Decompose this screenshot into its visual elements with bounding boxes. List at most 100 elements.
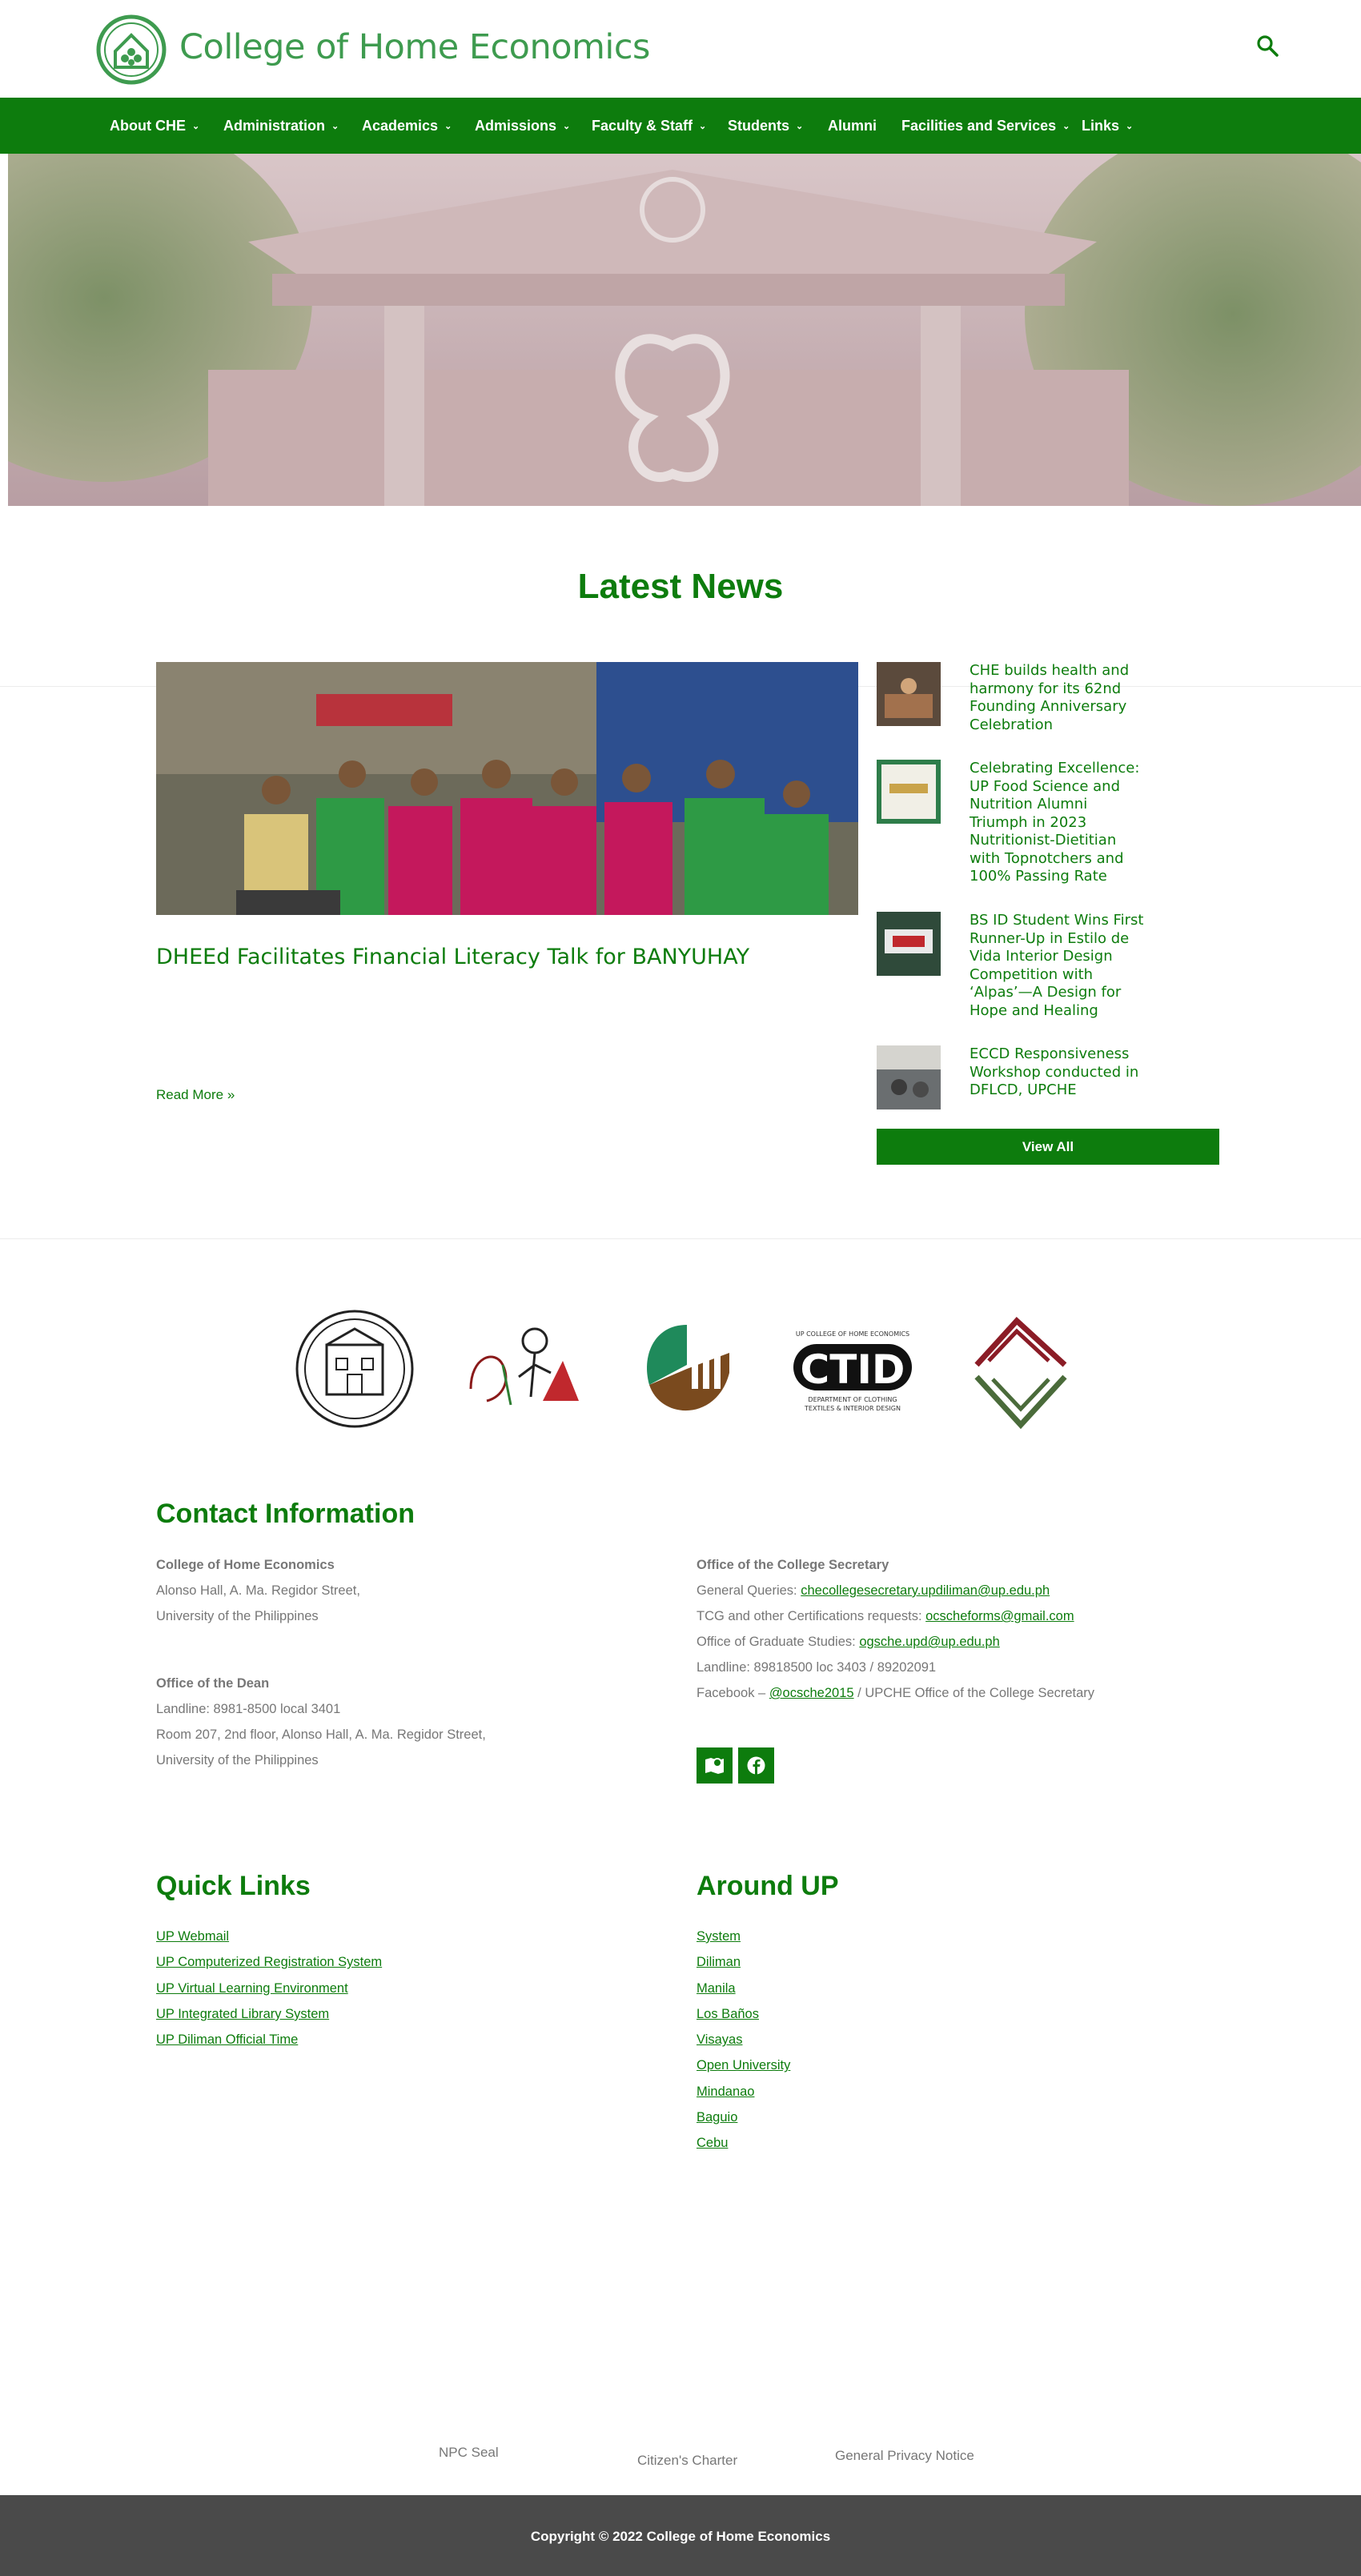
dean-office: Office of the Dean Landline: 8981-8500 l… xyxy=(156,1671,486,1773)
facebook-line: Facebook – @ocsche2015 / UPCHE Office of… xyxy=(697,1680,1094,1706)
nav-label: Faculty & Staff xyxy=(592,118,693,134)
latest-news-heading: Latest News xyxy=(577,567,784,606)
quick-links-heading: Quick Links xyxy=(156,1871,311,1901)
department-seal-logo[interactable] xyxy=(295,1309,415,1429)
nav-item-administration[interactable]: Administration ⌄ xyxy=(223,98,339,154)
read-more-link[interactable]: Read More » xyxy=(156,1087,235,1103)
ogs-email-link[interactable]: ogsche.upd@up.edu.ph xyxy=(859,1635,999,1649)
news-title: Celebrating Excellence: UP Food Science … xyxy=(970,760,1140,885)
citizens-charter-link[interactable]: Citizen's Charter xyxy=(637,2453,737,2469)
nav-label: Links xyxy=(1082,118,1120,134)
news-thumbnail xyxy=(877,760,941,824)
college-address: College of Home Economics Alonso Hall, A… xyxy=(156,1552,360,1629)
ctid-wordmark: CTID xyxy=(801,1346,905,1393)
nav-item-students[interactable]: Students ⌄ xyxy=(728,98,803,154)
ctid-logo[interactable]: UP COLLEGE OF HOME ECONOMICS CTID DEPART… xyxy=(789,1309,917,1429)
site-title[interactable]: College of Home Economics xyxy=(179,27,650,67)
address-line: Room 207, 2nd floor, Alonso Hall, A. Ma.… xyxy=(156,1727,486,1742)
copyright-bar: Copyright © 2022 College of Home Economi… xyxy=(0,2495,1361,2576)
facebook-button[interactable] xyxy=(738,1747,774,1784)
map-button[interactable] xyxy=(697,1747,733,1784)
quick-link[interactable]: UP Webmail xyxy=(156,1924,382,1949)
facebook-suffix: / UPCHE Office of the College Secretary xyxy=(853,1686,1095,1700)
campus-link[interactable]: Cebu xyxy=(697,2130,790,2156)
ctid-caption: UP COLLEGE OF HOME ECONOMICS xyxy=(796,1330,909,1338)
ctid-caption: DEPARTMENT OF CLOTHING xyxy=(808,1396,897,1403)
dean-landline: Landline: 8981-8500 local 3401 xyxy=(156,1702,341,1716)
news-thumbnail-image xyxy=(877,760,941,824)
chevron-down-icon: ⌄ xyxy=(331,122,339,131)
news-title: BS ID Student Wins First Runner-Up in Es… xyxy=(970,912,1144,1019)
address-line: University of the Philippines xyxy=(156,1609,319,1623)
nav-label: Alumni xyxy=(828,118,877,134)
quick-link[interactable]: UP Computerized Registration System xyxy=(156,1949,382,1975)
facebook-label: Facebook – xyxy=(697,1686,769,1700)
secretary-office: Office of the College Secretary General … xyxy=(697,1552,1094,1706)
facebook-handle-link[interactable]: @ocsche2015 xyxy=(769,1686,854,1700)
featured-news-title[interactable]: DHEEd Facilitates Financial Literacy Tal… xyxy=(156,945,749,969)
address-line: Alonso Hall, A. Ma. Regidor Street, xyxy=(156,1583,360,1598)
quick-links-list: UP Webmail UP Computerized Registration … xyxy=(156,1924,382,2052)
chevron-down-icon: ⌄ xyxy=(191,122,200,131)
hero-banner xyxy=(8,154,1361,506)
contact-heading: Contact Information xyxy=(156,1499,415,1529)
che-logo-icon[interactable] xyxy=(96,14,167,85)
quick-link[interactable]: UP Integrated Library System xyxy=(156,2001,382,2027)
nav-item-facilities-services[interactable]: Facilities and Services ⌄ xyxy=(901,98,1070,154)
nav-label: Students xyxy=(728,118,790,134)
campus-link[interactable]: System xyxy=(697,1924,790,1949)
chevron-down-icon: ⌄ xyxy=(796,122,804,131)
chevron-down-icon: ⌄ xyxy=(699,122,707,131)
nav-item-academics[interactable]: Academics ⌄ xyxy=(362,98,452,154)
general-queries-label: General Queries: xyxy=(697,1583,801,1598)
tcg-requests: TCG and other Certifications requests: o… xyxy=(697,1603,1094,1629)
featured-news-image[interactable] xyxy=(156,662,858,915)
campus-link[interactable]: Mindanao xyxy=(697,2079,790,2105)
npc-seal-link[interactable]: NPC Seal xyxy=(439,2445,499,2461)
nav-item-faculty-staff[interactable]: Faculty & Staff ⌄ xyxy=(592,98,706,154)
quick-link[interactable]: UP Diliman Official Time xyxy=(156,2027,382,2052)
nav-label: Administration xyxy=(223,118,326,134)
nav-item-alumni[interactable]: Alumni xyxy=(828,98,877,154)
general-queries-email-link[interactable]: checollegesecretary.updiliman@up.edu.ph xyxy=(801,1583,1050,1598)
ctid-caption: TEXTILES & INTERIOR DESIGN xyxy=(804,1405,901,1412)
news-thumbnail xyxy=(877,912,941,976)
nav-item-links[interactable]: Links ⌄ xyxy=(1082,98,1133,154)
view-all-button[interactable]: View All xyxy=(877,1129,1219,1165)
campus-link[interactable]: Visayas xyxy=(697,2027,790,2052)
nav-item-admissions[interactable]: Admissions ⌄ xyxy=(475,98,570,154)
featured-photo xyxy=(156,662,858,915)
facebook-icon xyxy=(747,1756,765,1775)
quick-link[interactable]: UP Virtual Learning Environment xyxy=(156,1976,382,2001)
chevron-down-icon: ⌄ xyxy=(563,122,571,131)
campus-link[interactable]: Diliman xyxy=(697,1949,790,1975)
graduate-studies: Office of Graduate Studies: ogsche.upd@u… xyxy=(697,1629,1094,1655)
nav-label: Academics xyxy=(362,118,439,134)
chevron-down-icon: ⌄ xyxy=(1126,122,1134,131)
copyright-text: Copyright © 2022 College of Home Economi… xyxy=(530,2529,831,2544)
main-nav: About CHE ⌄ Administration ⌄ Academics ⌄ Ad… xyxy=(0,98,1361,154)
food-nutrition-logo[interactable] xyxy=(637,1309,737,1429)
news-thumbnail-image xyxy=(877,912,941,976)
news-title: ECCD Responsiveness Workshop conducted i… xyxy=(970,1045,1139,1098)
campus-link[interactable]: Manila xyxy=(697,1976,790,2001)
chevron-down-icon: ⌄ xyxy=(1062,122,1070,131)
campus-link[interactable]: Open University xyxy=(697,2052,790,2078)
address-line: University of the Philippines xyxy=(156,1753,319,1767)
privacy-notice-link[interactable]: General Privacy Notice xyxy=(835,2448,974,2464)
nav-label: Admissions xyxy=(475,118,557,134)
family-life-logo[interactable] xyxy=(455,1309,583,1429)
dean-office-name: Office of the Dean xyxy=(156,1676,270,1691)
hero-image xyxy=(8,154,1361,506)
campus-link[interactable]: Baguio xyxy=(697,2105,790,2130)
nav-item-about-che[interactable]: About CHE ⌄ xyxy=(110,98,199,154)
search-icon[interactable] xyxy=(1255,34,1279,58)
tcg-email-link[interactable]: ocscheforms@gmail.com xyxy=(925,1609,1074,1623)
nav-label: About CHE xyxy=(110,118,186,134)
hotel-restaurant-logo[interactable] xyxy=(965,1309,1077,1429)
around-up-heading: Around UP xyxy=(697,1871,839,1901)
site-header: College of Home Economics xyxy=(0,0,1361,98)
news-thumbnail-image xyxy=(877,662,941,726)
campus-link[interactable]: Los Baños xyxy=(697,2001,790,2027)
news-thumbnail-image xyxy=(877,1045,941,1109)
